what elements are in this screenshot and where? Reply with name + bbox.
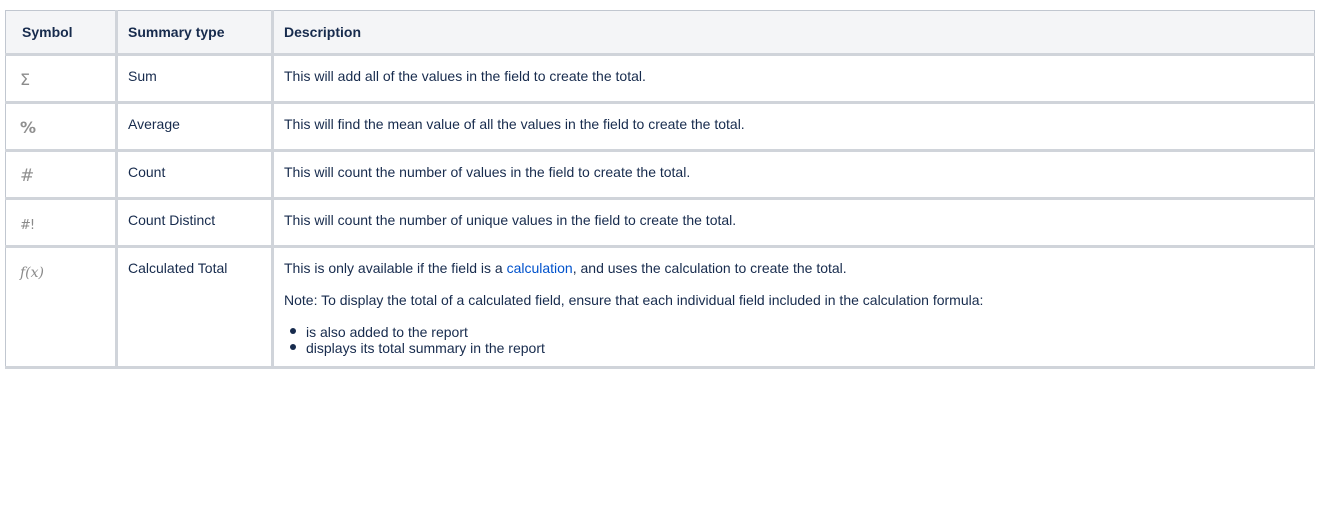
description-cell: This is only available if the field is a… <box>272 246 1315 368</box>
description-text-after-link: , and uses the calculation to create the… <box>572 260 847 276</box>
table-row-calculated-total: f(x) Calculated Total This is only avail… <box>5 246 1315 368</box>
hash-icon: # <box>20 166 35 186</box>
function-icon: f(x) <box>20 265 45 281</box>
bullet-icon <box>290 328 296 334</box>
symbol-cell: # <box>5 150 118 199</box>
header-description: Description <box>272 10 1315 55</box>
calculated-total-description: This is only available if the field is a… <box>284 258 1304 278</box>
symbol-cell: % <box>5 102 118 151</box>
description-cell: This will count the number of unique val… <box>272 198 1315 247</box>
list-item: is also added to the report <box>290 324 1304 340</box>
bullet-icon <box>290 344 296 350</box>
list-item: displays its total summary in the report <box>290 340 1304 356</box>
requirements-list: is also added to the report displays its… <box>284 324 1304 356</box>
symbol-cell: #! <box>5 198 118 247</box>
summary-type-cell: Count Distinct <box>116 198 274 247</box>
table-row-sum: Σ Sum This will add all of the values in… <box>5 54 1315 103</box>
sigma-icon: Σ <box>20 70 31 89</box>
symbol-cell: Σ <box>5 54 118 103</box>
percent-icon: % <box>20 118 37 137</box>
header-summary-type: Summary type <box>116 10 274 55</box>
calculated-total-note: Note: To display the total of a calculat… <box>284 292 984 308</box>
hash-bang-icon: #! <box>20 218 35 233</box>
description-text-before-link: This is only available if the field is a <box>284 260 507 276</box>
summary-type-cell: Sum <box>116 54 274 103</box>
description-cell: This will add all of the values in the f… <box>272 54 1315 103</box>
list-item-text: displays its total summary in the report <box>306 340 545 356</box>
summary-type-cell: Count <box>116 150 274 199</box>
table-header-row: Symbol Summary type Description <box>5 10 1315 55</box>
table-row-count: # Count This will count the number of va… <box>5 150 1315 199</box>
table-row-count-distinct: #! Count Distinct This will count the nu… <box>5 198 1315 247</box>
table-row-average: % Average This will find the mean value … <box>5 102 1315 151</box>
summary-types-table: Symbol Summary type Description Σ Sum Th… <box>5 10 1315 369</box>
summary-type-cell: Average <box>116 102 274 151</box>
list-item-text: is also added to the report <box>306 324 468 340</box>
calculation-link[interactable]: calculation <box>507 260 573 276</box>
summary-type-cell: Calculated Total <box>116 246 274 368</box>
symbol-cell: f(x) <box>5 246 118 368</box>
header-symbol: Symbol <box>5 10 118 55</box>
description-cell: This will find the mean value of all the… <box>272 102 1315 151</box>
description-cell: This will count the number of values in … <box>272 150 1315 199</box>
